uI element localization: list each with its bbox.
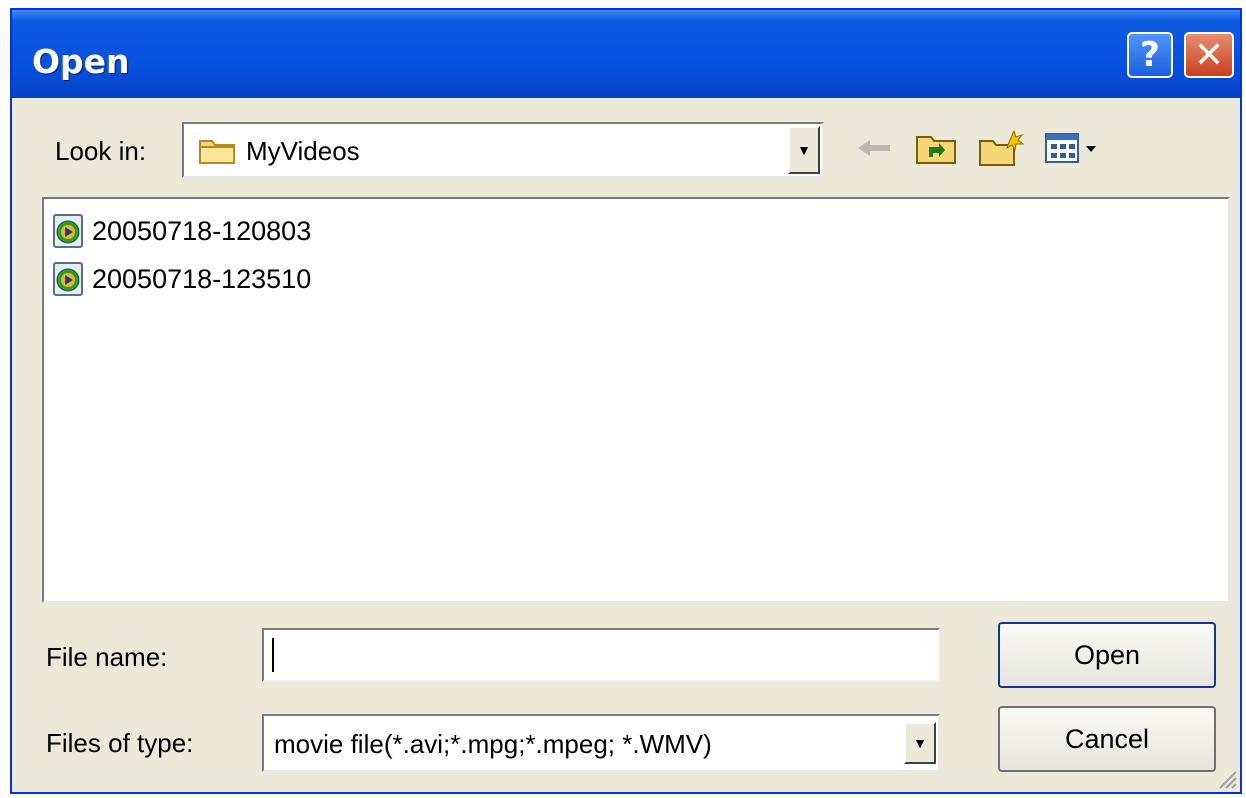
back-button[interactable] <box>854 130 894 170</box>
open-button-label: Open <box>1073 639 1141 670</box>
text-caret <box>272 638 274 672</box>
chevron-down-icon: ▼ <box>797 142 811 158</box>
create-new-folder-button[interactable] <box>976 129 1026 172</box>
chevron-down-icon: ▼ <box>913 735 927 751</box>
look-in-label: Look in: <box>55 136 147 166</box>
video-file-icon <box>50 213 86 249</box>
file-name-input[interactable] <box>262 628 940 682</box>
dialog-title: Open <box>32 42 130 81</box>
cancel-button-label: Cancel <box>1064 723 1150 754</box>
list-item[interactable]: 20050718-120803 <box>50 211 311 251</box>
open-button[interactable]: Open <box>998 622 1216 688</box>
file-type-label: Files of type: <box>46 728 194 758</box>
views-menu-icon <box>1044 131 1114 170</box>
help-button[interactable]: ? <box>1127 32 1173 78</box>
look-in-dropdown[interactable]: MyVideos ▼ <box>182 122 824 178</box>
file-name-label: File name: <box>46 642 168 672</box>
title-bar[interactable]: Open ? ✕ <box>12 10 1240 98</box>
new-folder-icon <box>978 129 1025 172</box>
back-arrow-icon <box>856 138 892 163</box>
resize-grip[interactable] <box>1216 768 1238 790</box>
cancel-button[interactable]: Cancel <box>998 706 1216 772</box>
file-type-dropdown[interactable]: movie file(*.avi;*.mpg;*.mpeg; *.WMV) ▼ <box>262 714 940 772</box>
file-type-dropdown-button[interactable]: ▼ <box>904 722 936 764</box>
look-in-dropdown-button[interactable]: ▼ <box>788 126 820 174</box>
view-menu-button[interactable] <box>1042 130 1116 170</box>
up-folder-icon <box>915 131 957 170</box>
close-button[interactable]: ✕ <box>1184 32 1234 78</box>
file-type-value: movie file(*.avi;*.mpg;*.mpeg; *.WMV) <box>274 729 712 759</box>
file-name: 20050718-123510 <box>92 263 312 294</box>
open-dialog: Open ? ✕ Look in: MyVideos ▼ 20050718-12… <box>10 8 1242 794</box>
video-file-icon <box>50 261 86 297</box>
folder-icon <box>198 135 236 170</box>
file-list[interactable]: 20050718-120803 20050718-123510 <box>42 197 1230 603</box>
list-item[interactable]: 20050718-123510 <box>50 259 311 299</box>
look-in-value: MyVideos <box>246 136 360 166</box>
up-one-level-button[interactable] <box>912 130 960 170</box>
file-name: 20050718-120803 <box>92 215 312 246</box>
